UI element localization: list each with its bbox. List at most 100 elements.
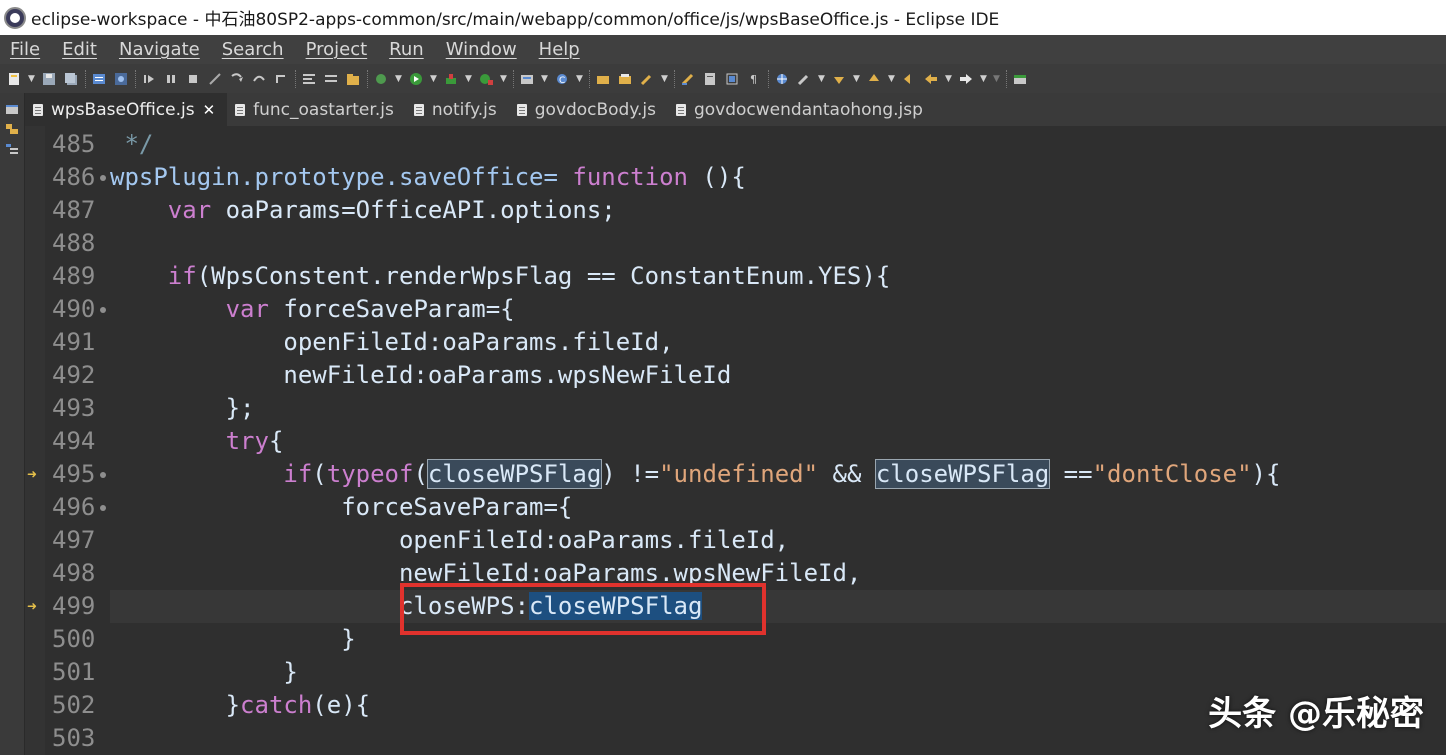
chevron-down-icon[interactable]: ▼ xyxy=(541,74,549,84)
chevron-down-icon[interactable]: ▼ xyxy=(661,74,669,84)
chevron-down-icon[interactable]: ▼ xyxy=(500,74,508,84)
tab-func-oastarter[interactable]: func_oastarter.js xyxy=(227,93,406,126)
chevron-down-icon[interactable]: ▼ xyxy=(28,74,36,84)
suspend-icon[interactable] xyxy=(163,71,179,87)
whitespace-icon[interactable]: ¶ xyxy=(746,71,762,87)
chevron-down-icon[interactable]: ▼ xyxy=(818,74,826,84)
menu-file[interactable]: File xyxy=(10,39,40,60)
disconnect-icon[interactable] xyxy=(207,71,223,87)
code-text[interactable]: openFileId:oaParams.fileId, xyxy=(110,326,673,359)
terminal-icon[interactable] xyxy=(91,71,107,87)
perspective-icon[interactable] xyxy=(1012,71,1028,87)
forward-icon[interactable] xyxy=(958,71,974,87)
tools-icon[interactable] xyxy=(796,71,812,87)
block-selection-icon[interactable] xyxy=(724,71,740,87)
code-editor[interactable]: 485 */486 wpsPlugin.prototype.saveOffice=… xyxy=(25,126,1446,755)
package-explorer-icon[interactable] xyxy=(5,123,19,135)
skip-breakpoints-icon[interactable] xyxy=(113,71,129,87)
code-text[interactable]: try{ xyxy=(110,425,284,458)
globe-icon[interactable] xyxy=(774,71,790,87)
open-folder-icon[interactable] xyxy=(595,71,611,87)
code-text[interactable]: openFileId:oaParams.fileId, xyxy=(110,524,789,557)
fold-toggle-icon[interactable] xyxy=(100,307,106,313)
fold-toggle-icon[interactable] xyxy=(100,175,106,181)
code-line[interactable]: 501 } xyxy=(25,656,1446,689)
code-text[interactable]: var forceSaveParam={ xyxy=(110,293,515,326)
menu-navigate[interactable]: Navigate xyxy=(119,39,200,60)
chevron-down-icon[interactable]: ▼ xyxy=(430,74,438,84)
code-text[interactable]: var oaParams=OfficeAPI.options; xyxy=(110,194,616,227)
open-file-icon[interactable] xyxy=(617,71,633,87)
code-line[interactable]: 487 var oaParams=OfficeAPI.options; xyxy=(25,194,1446,227)
code-line[interactable]: 488 xyxy=(25,227,1446,260)
new-server-icon[interactable] xyxy=(519,71,535,87)
code-text[interactable]: }catch(e){ xyxy=(110,689,371,722)
menu-project[interactable]: Project xyxy=(306,39,368,60)
code-text[interactable]: if(WpsConstent.renderWpsFlag == Constant… xyxy=(110,260,890,293)
next-annotation-icon[interactable] xyxy=(831,71,847,87)
menu-edit[interactable]: Edit xyxy=(62,39,97,60)
code-line[interactable]: 486 wpsPlugin.prototype.saveOffice= funct… xyxy=(25,161,1446,194)
new-class-icon[interactable]: C xyxy=(554,71,570,87)
code-text[interactable]: if(typeof(closeWPSFlag) !="undefined" &&… xyxy=(110,458,1280,491)
chevron-down-icon[interactable]: ▼ xyxy=(395,74,403,84)
tab-notify[interactable]: notify.js xyxy=(406,93,509,126)
terminate-icon[interactable] xyxy=(185,71,201,87)
coverage-icon[interactable] xyxy=(443,71,459,87)
code-line[interactable]: 493 }; xyxy=(25,392,1446,425)
code-line[interactable]: 492 newFileId:oaParams.wpsNewFileId xyxy=(25,359,1446,392)
occurrence-marker-icon[interactable]: ➜ xyxy=(27,468,39,480)
fold-toggle-icon[interactable] xyxy=(100,472,106,478)
code-line[interactable]: 490 var forceSaveParam={ xyxy=(25,293,1446,326)
debug-icon[interactable] xyxy=(373,71,389,87)
chevron-down-icon[interactable]: ▼ xyxy=(888,74,896,84)
tab-govdocwendantaohong[interactable]: govdocwendantaohong.jsp xyxy=(668,93,935,126)
restore-icon[interactable] xyxy=(5,103,19,115)
menu-run[interactable]: Run xyxy=(389,39,424,60)
open-type-icon[interactable] xyxy=(345,71,361,87)
back-icon[interactable] xyxy=(923,71,939,87)
code-text[interactable]: }; xyxy=(110,392,255,425)
code-line[interactable]: 485 */ xyxy=(25,128,1446,161)
code-text[interactable]: newFileId:oaParams.wpsNewFileId xyxy=(110,359,731,392)
fold-toggle-icon[interactable] xyxy=(100,505,106,511)
chevron-down-icon[interactable]: ▼ xyxy=(465,74,473,84)
new-file-icon[interactable] xyxy=(6,71,22,87)
code-line[interactable]: 491 openFileId:oaParams.fileId, xyxy=(25,326,1446,359)
menu-window[interactable]: Window xyxy=(446,39,517,60)
chevron-down-icon[interactable]: ▼ xyxy=(853,74,861,84)
tab-wpsbaseoffice[interactable]: wpsBaseOffice.js ✕ xyxy=(25,93,228,126)
tab-govdocbody[interactable]: govdocBody.js xyxy=(509,93,668,126)
chevron-down-icon[interactable]: ▼ xyxy=(945,74,953,84)
highlight-icon[interactable] xyxy=(680,71,696,87)
code-line[interactable]: 489 if(WpsConstent.renderWpsFlag == Cons… xyxy=(25,260,1446,293)
occurrence-marker-icon[interactable]: ➜ xyxy=(27,600,39,612)
code-text[interactable]: */ xyxy=(110,128,153,161)
search-icon[interactable] xyxy=(639,71,655,87)
code-text[interactable]: wpsPlugin.prototype.saveOffice= function… xyxy=(110,161,746,194)
annotation-icon[interactable] xyxy=(702,71,718,87)
format-icon[interactable] xyxy=(301,71,317,87)
code-line[interactable]: 496 forceSaveParam={ xyxy=(25,491,1446,524)
step-over-icon[interactable] xyxy=(251,71,267,87)
save-icon[interactable] xyxy=(41,71,57,87)
save-all-icon[interactable] xyxy=(63,71,79,87)
menu-help[interactable]: Help xyxy=(539,39,580,60)
step-into-icon[interactable] xyxy=(229,71,245,87)
code-line[interactable]: 494 try{ xyxy=(25,425,1446,458)
code-line[interactable]: 497 openFileId:oaParams.fileId, xyxy=(25,524,1446,557)
code-text[interactable]: } xyxy=(110,623,355,656)
chevron-down-icon[interactable]: ▼ xyxy=(993,74,1001,84)
code-text[interactable]: forceSaveParam={ xyxy=(110,491,572,524)
prev-annotation-icon[interactable] xyxy=(866,71,882,87)
last-edit-icon[interactable] xyxy=(901,71,917,87)
run-icon[interactable] xyxy=(408,71,424,87)
external-tools-icon[interactable] xyxy=(478,71,494,87)
step-return-icon[interactable] xyxy=(273,71,289,87)
chevron-down-icon[interactable]: ▼ xyxy=(576,74,584,84)
close-icon[interactable]: ✕ xyxy=(203,101,216,119)
outline-icon[interactable] xyxy=(5,143,19,155)
code-line[interactable]: ➜ 495 if(typeof(closeWPSFlag) !="undefine… xyxy=(25,458,1446,491)
menu-search[interactable]: Search xyxy=(222,39,284,60)
chevron-down-icon[interactable]: ▼ xyxy=(980,74,988,84)
